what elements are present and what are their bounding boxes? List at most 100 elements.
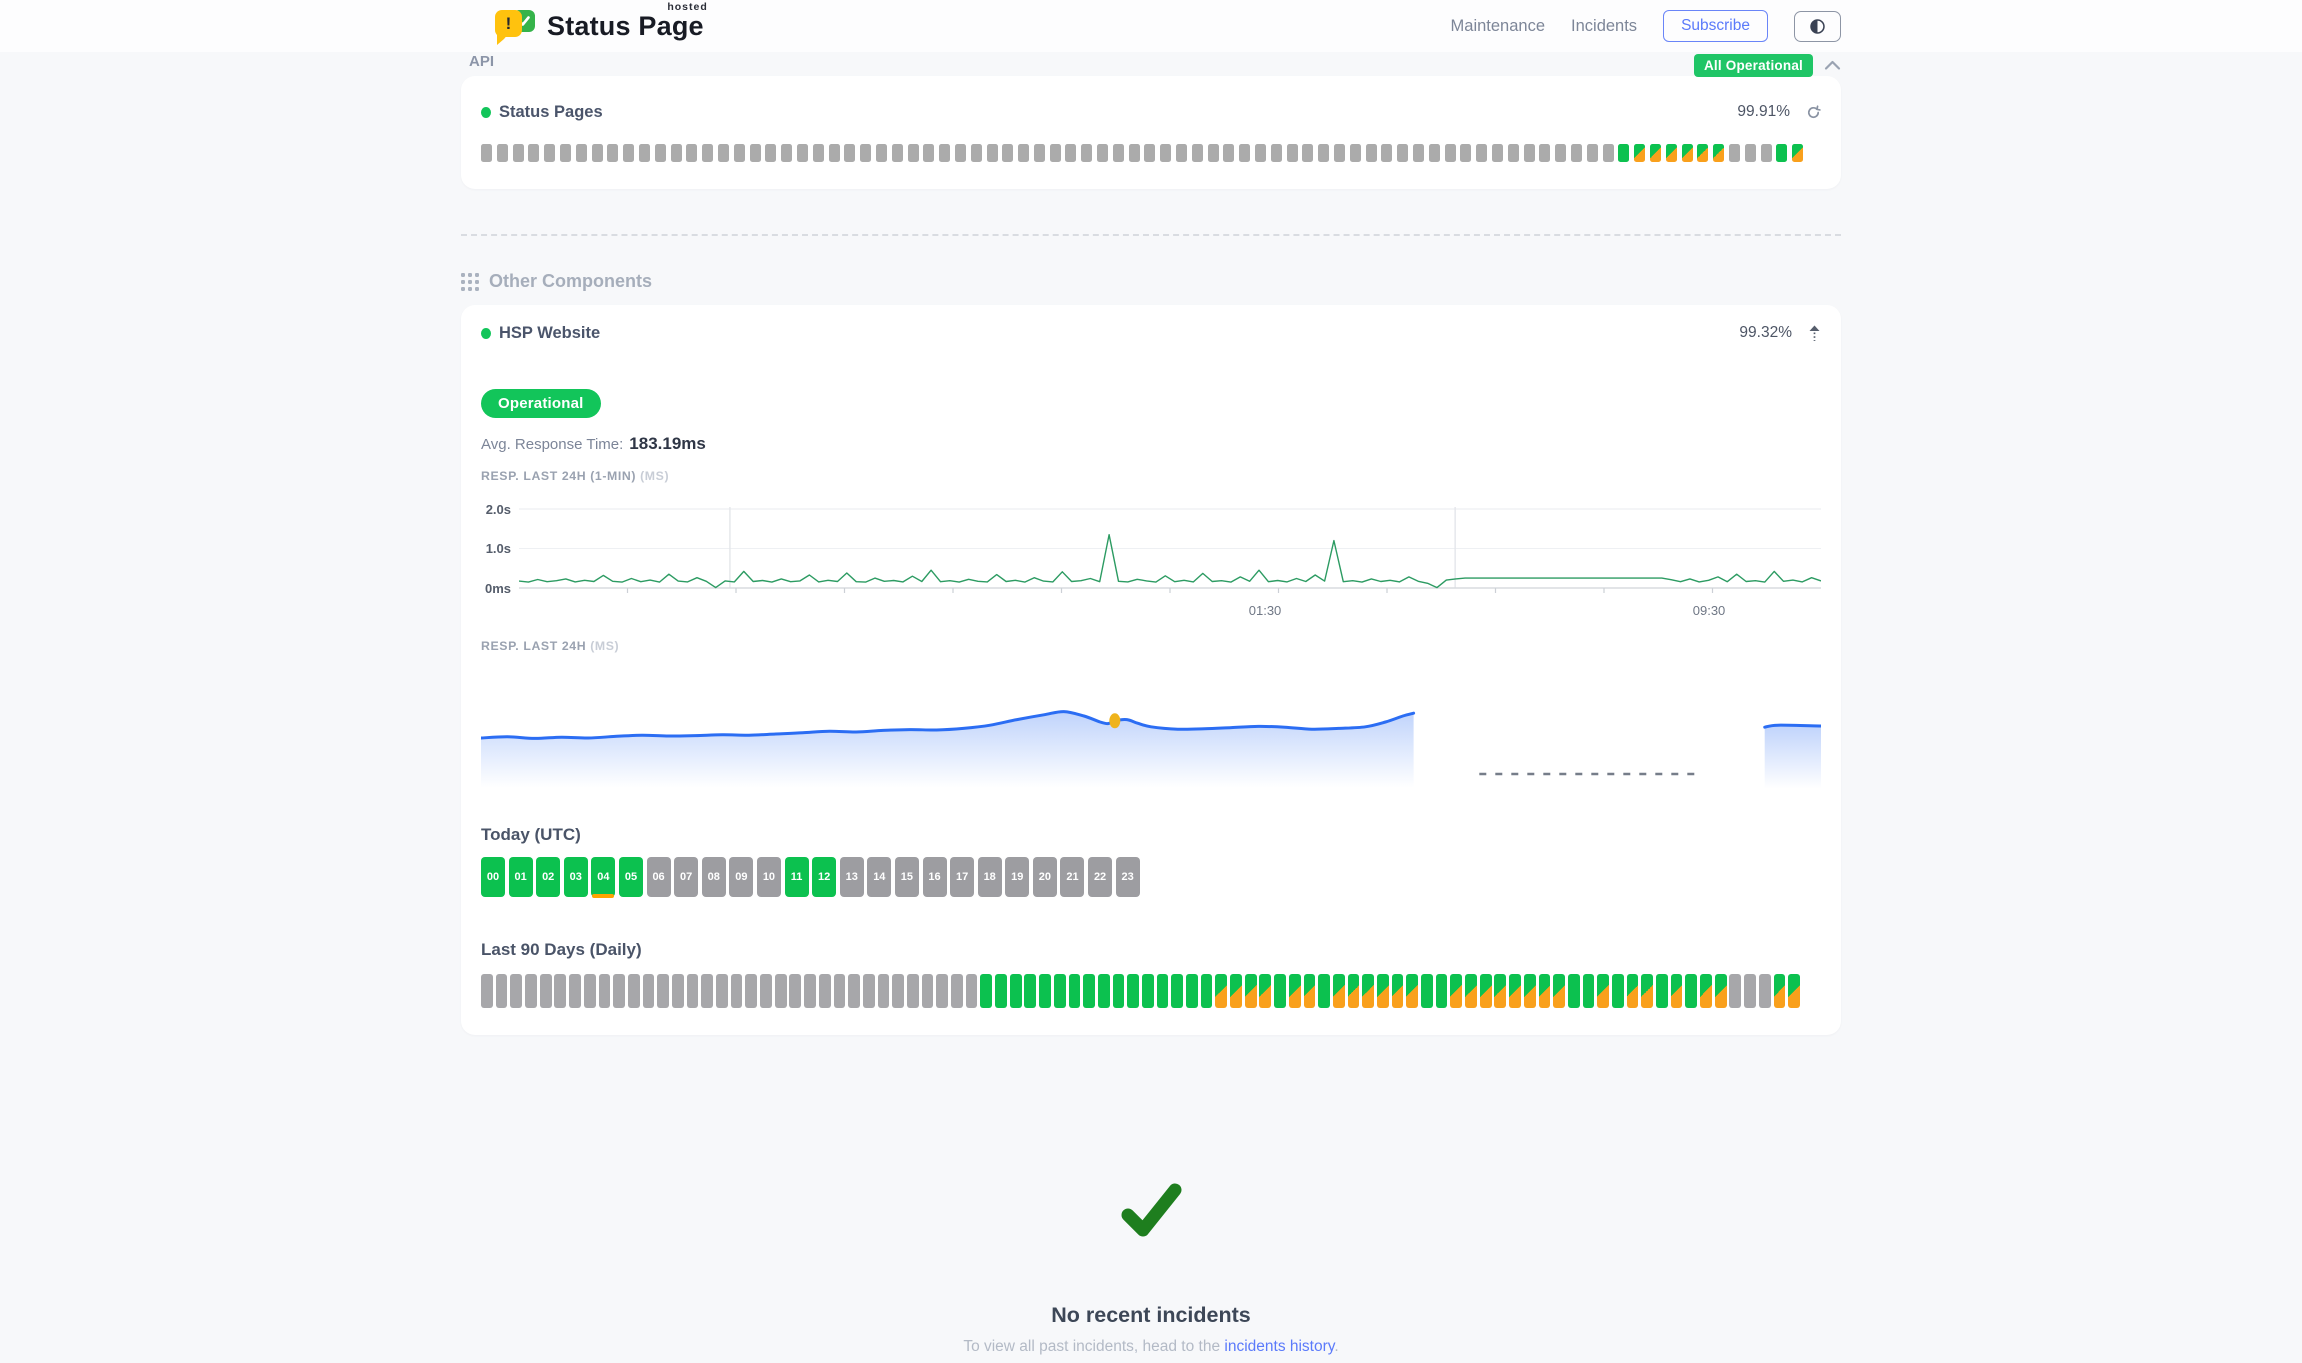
hour-block[interactable]: 08 bbox=[702, 857, 726, 897]
uptime-bar[interactable] bbox=[525, 974, 537, 1008]
uptime-bar[interactable] bbox=[1618, 144, 1629, 162]
uptime-bar[interactable] bbox=[1350, 144, 1361, 162]
refresh-icon[interactable] bbox=[1806, 105, 1821, 120]
uptime-bar[interactable] bbox=[584, 974, 596, 1008]
hour-block[interactable]: 17 bbox=[950, 857, 974, 897]
chevron-up-icon[interactable] bbox=[1824, 60, 1841, 71]
uptime-bar[interactable] bbox=[1700, 974, 1712, 1008]
uptime-bar[interactable] bbox=[1571, 144, 1582, 162]
uptime-bar[interactable] bbox=[554, 974, 566, 1008]
uptime-bar[interactable] bbox=[702, 144, 713, 162]
hour-block[interactable]: 15 bbox=[895, 857, 919, 897]
uptime-bar[interactable] bbox=[1568, 974, 1580, 1008]
uptime-bar[interactable] bbox=[1274, 974, 1286, 1008]
hour-block[interactable]: 23 bbox=[1116, 857, 1140, 897]
hour-block[interactable]: 01 bbox=[509, 857, 533, 897]
uptime-bar[interactable] bbox=[971, 144, 982, 162]
hour-block[interactable]: 05 bbox=[619, 857, 643, 897]
theme-toggle-button[interactable] bbox=[1794, 11, 1841, 42]
uptime-bar[interactable] bbox=[1421, 974, 1433, 1008]
uptime-bar[interactable] bbox=[1160, 144, 1171, 162]
uptime-bar[interactable] bbox=[1259, 974, 1271, 1008]
uptime-bar[interactable] bbox=[1366, 144, 1377, 162]
uptime-bar[interactable] bbox=[1113, 144, 1124, 162]
uptime-bar[interactable] bbox=[1271, 144, 1282, 162]
uptime-bar[interactable] bbox=[1362, 974, 1374, 1008]
uptime-bar[interactable] bbox=[513, 144, 524, 162]
uptime-bar[interactable] bbox=[510, 974, 522, 1008]
uptime-bar[interactable] bbox=[687, 974, 699, 1008]
uptime-bar[interactable] bbox=[481, 144, 492, 162]
uptime-bar[interactable] bbox=[1774, 974, 1786, 1008]
uptime-bar[interactable] bbox=[1759, 974, 1771, 1008]
uptime-bar[interactable] bbox=[1715, 974, 1727, 1008]
subscribe-button[interactable]: Subscribe bbox=[1663, 10, 1768, 42]
uptime-bar[interactable] bbox=[1445, 144, 1456, 162]
uptime-bar[interactable] bbox=[765, 144, 776, 162]
uptime-bar[interactable] bbox=[1002, 144, 1013, 162]
uptime-bar[interactable] bbox=[1650, 144, 1661, 162]
nav-incidents[interactable]: Incidents bbox=[1571, 17, 1637, 36]
uptime-bar[interactable] bbox=[1255, 144, 1266, 162]
uptime-bar[interactable] bbox=[1208, 144, 1219, 162]
uptime-bar[interactable] bbox=[569, 974, 581, 1008]
uptime-bar[interactable] bbox=[892, 974, 904, 1008]
uptime-bar[interactable] bbox=[1024, 974, 1036, 1008]
uptime-bar[interactable] bbox=[878, 974, 890, 1008]
uptime-bar[interactable] bbox=[1129, 144, 1140, 162]
hour-block[interactable]: 21 bbox=[1060, 857, 1084, 897]
hour-block[interactable]: 06 bbox=[647, 857, 671, 897]
uptime-bar[interactable] bbox=[863, 974, 875, 1008]
uptime-bar[interactable] bbox=[672, 974, 684, 1008]
uptime-bar[interactable] bbox=[775, 974, 787, 1008]
uptime-bar[interactable] bbox=[1729, 974, 1741, 1008]
response-time-line-chart[interactable]: 2.0s 1.0s 0ms 01:3009:30 bbox=[481, 507, 1821, 599]
uptime-bar[interactable] bbox=[643, 974, 655, 1008]
uptime-bar[interactable] bbox=[892, 144, 903, 162]
uptime-bar[interactable] bbox=[592, 144, 603, 162]
uptime-bar[interactable] bbox=[718, 144, 729, 162]
uptime-bar[interactable] bbox=[544, 144, 555, 162]
hour-block[interactable]: 19 bbox=[1005, 857, 1029, 897]
uptime-bar[interactable] bbox=[1539, 144, 1550, 162]
uptime-bar[interactable] bbox=[876, 144, 887, 162]
uptime-bar[interactable] bbox=[607, 144, 618, 162]
uptime-bar[interactable] bbox=[639, 144, 650, 162]
uptime-bar[interactable] bbox=[1039, 974, 1051, 1008]
uptime-bar[interactable] bbox=[1788, 974, 1800, 1008]
uptime-bar[interactable] bbox=[1381, 144, 1392, 162]
uptime-bar[interactable] bbox=[908, 144, 919, 162]
uptime-bar[interactable] bbox=[1524, 144, 1535, 162]
uptime-bar[interactable] bbox=[1460, 144, 1471, 162]
uptime-bar[interactable] bbox=[1682, 144, 1693, 162]
uptime-bar[interactable] bbox=[1034, 144, 1045, 162]
uptime-bar[interactable] bbox=[1113, 974, 1125, 1008]
uptime-bar[interactable] bbox=[1287, 144, 1298, 162]
uptime-bar[interactable] bbox=[1603, 144, 1614, 162]
uptime-bar[interactable] bbox=[1318, 144, 1329, 162]
chart-marker-dot[interactable] bbox=[1109, 713, 1120, 728]
uptime-bar[interactable] bbox=[1010, 974, 1022, 1008]
uptime-bar[interactable] bbox=[923, 144, 934, 162]
hour-block[interactable]: 20 bbox=[1033, 857, 1057, 897]
uptime-bar[interactable] bbox=[628, 974, 640, 1008]
hour-block[interactable]: 18 bbox=[978, 857, 1002, 897]
uptime-bar[interactable] bbox=[716, 974, 728, 1008]
uptime-bar[interactable] bbox=[829, 144, 840, 162]
uptime-bar[interactable] bbox=[560, 144, 571, 162]
uptime-bar[interactable] bbox=[907, 974, 919, 1008]
uptime-bar[interactable] bbox=[1553, 974, 1565, 1008]
uptime-bar[interactable] bbox=[1539, 974, 1551, 1008]
hour-block[interactable]: 02 bbox=[536, 857, 560, 897]
uptime-bar[interactable] bbox=[781, 144, 792, 162]
hour-block[interactable]: 09 bbox=[729, 857, 753, 897]
hour-block[interactable]: 00 bbox=[481, 857, 505, 897]
uptime-bar[interactable] bbox=[686, 144, 697, 162]
hour-block[interactable]: 13 bbox=[840, 857, 864, 897]
uptime-bar[interactable] bbox=[1587, 144, 1598, 162]
uptime-bar[interactable] bbox=[1201, 974, 1213, 1008]
uptime-bar[interactable] bbox=[834, 974, 846, 1008]
uptime-bar[interactable] bbox=[966, 974, 978, 1008]
uptime-bar[interactable] bbox=[1098, 974, 1110, 1008]
uptime-bar[interactable] bbox=[1697, 144, 1708, 162]
